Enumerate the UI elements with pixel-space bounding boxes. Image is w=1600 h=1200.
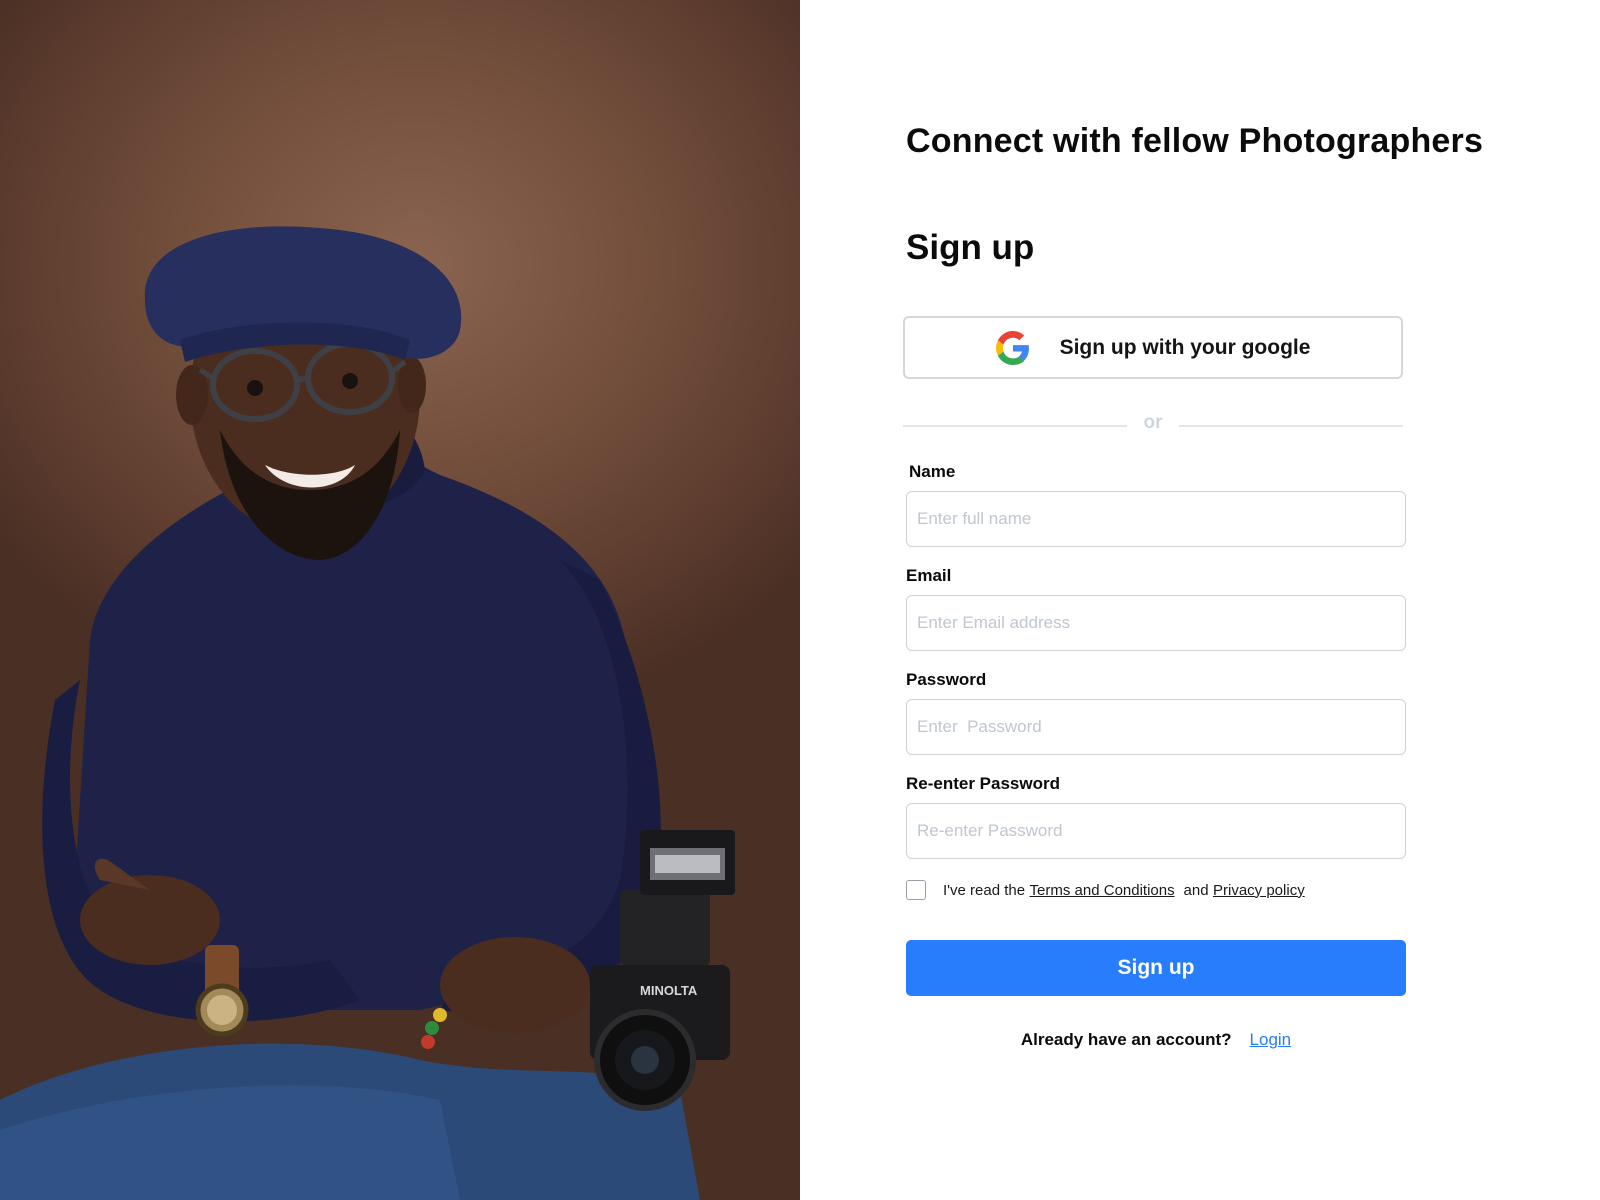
email-label: Email: [906, 566, 952, 585]
password-input[interactable]: [906, 699, 1406, 755]
login-prompt: Already have an account?: [1020, 1030, 1232, 1049]
password-label: Password: [906, 670, 987, 689]
terms-checkbox[interactable]: [906, 880, 926, 900]
terms-row: I've read the Terms and Conditions and P…: [906, 879, 1305, 901]
divider-line-right: [1179, 425, 1403, 427]
privacy-policy-link[interactable]: Privacy policy: [1213, 882, 1305, 899]
terms-prefix: I've read the: [943, 881, 1026, 899]
reenter-password-input[interactable]: [906, 803, 1406, 859]
name-label: Name: [909, 462, 956, 481]
login-row: Already have an account? Login: [906, 1030, 1406, 1050]
signup-page: MINOLTA Connect with fellow Photographer: [0, 0, 1600, 1200]
headline: Connect with fellow Photographers: [906, 122, 1484, 160]
signup-button[interactable]: Sign up: [906, 940, 1406, 996]
or-divider: or: [903, 412, 1403, 438]
signup-button-label: Sign up: [1117, 956, 1195, 979]
google-icon: [995, 330, 1030, 365]
email-input[interactable]: [906, 595, 1406, 651]
name-input[interactable]: [906, 491, 1406, 547]
photographer-illustration: MINOLTA: [0, 226, 735, 1200]
signup-form-panel: Connect with fellow Photographers Sign u…: [800, 0, 1600, 1200]
terms-and: and: [1183, 881, 1209, 899]
divider-text: or: [1143, 412, 1163, 433]
login-link[interactable]: Login: [1250, 1030, 1292, 1050]
google-signup-label: Sign up with your google: [1059, 335, 1311, 359]
terms-and-conditions-link[interactable]: Terms and Conditions: [1030, 882, 1175, 899]
reenter-password-label: Re-enter Password: [906, 774, 1060, 793]
form-title: Sign up: [906, 228, 1035, 267]
hero-photo: MINOLTA: [0, 0, 800, 1200]
google-signup-button[interactable]: Sign up with your google: [903, 316, 1403, 379]
camera-brand: MINOLTA: [640, 983, 698, 998]
